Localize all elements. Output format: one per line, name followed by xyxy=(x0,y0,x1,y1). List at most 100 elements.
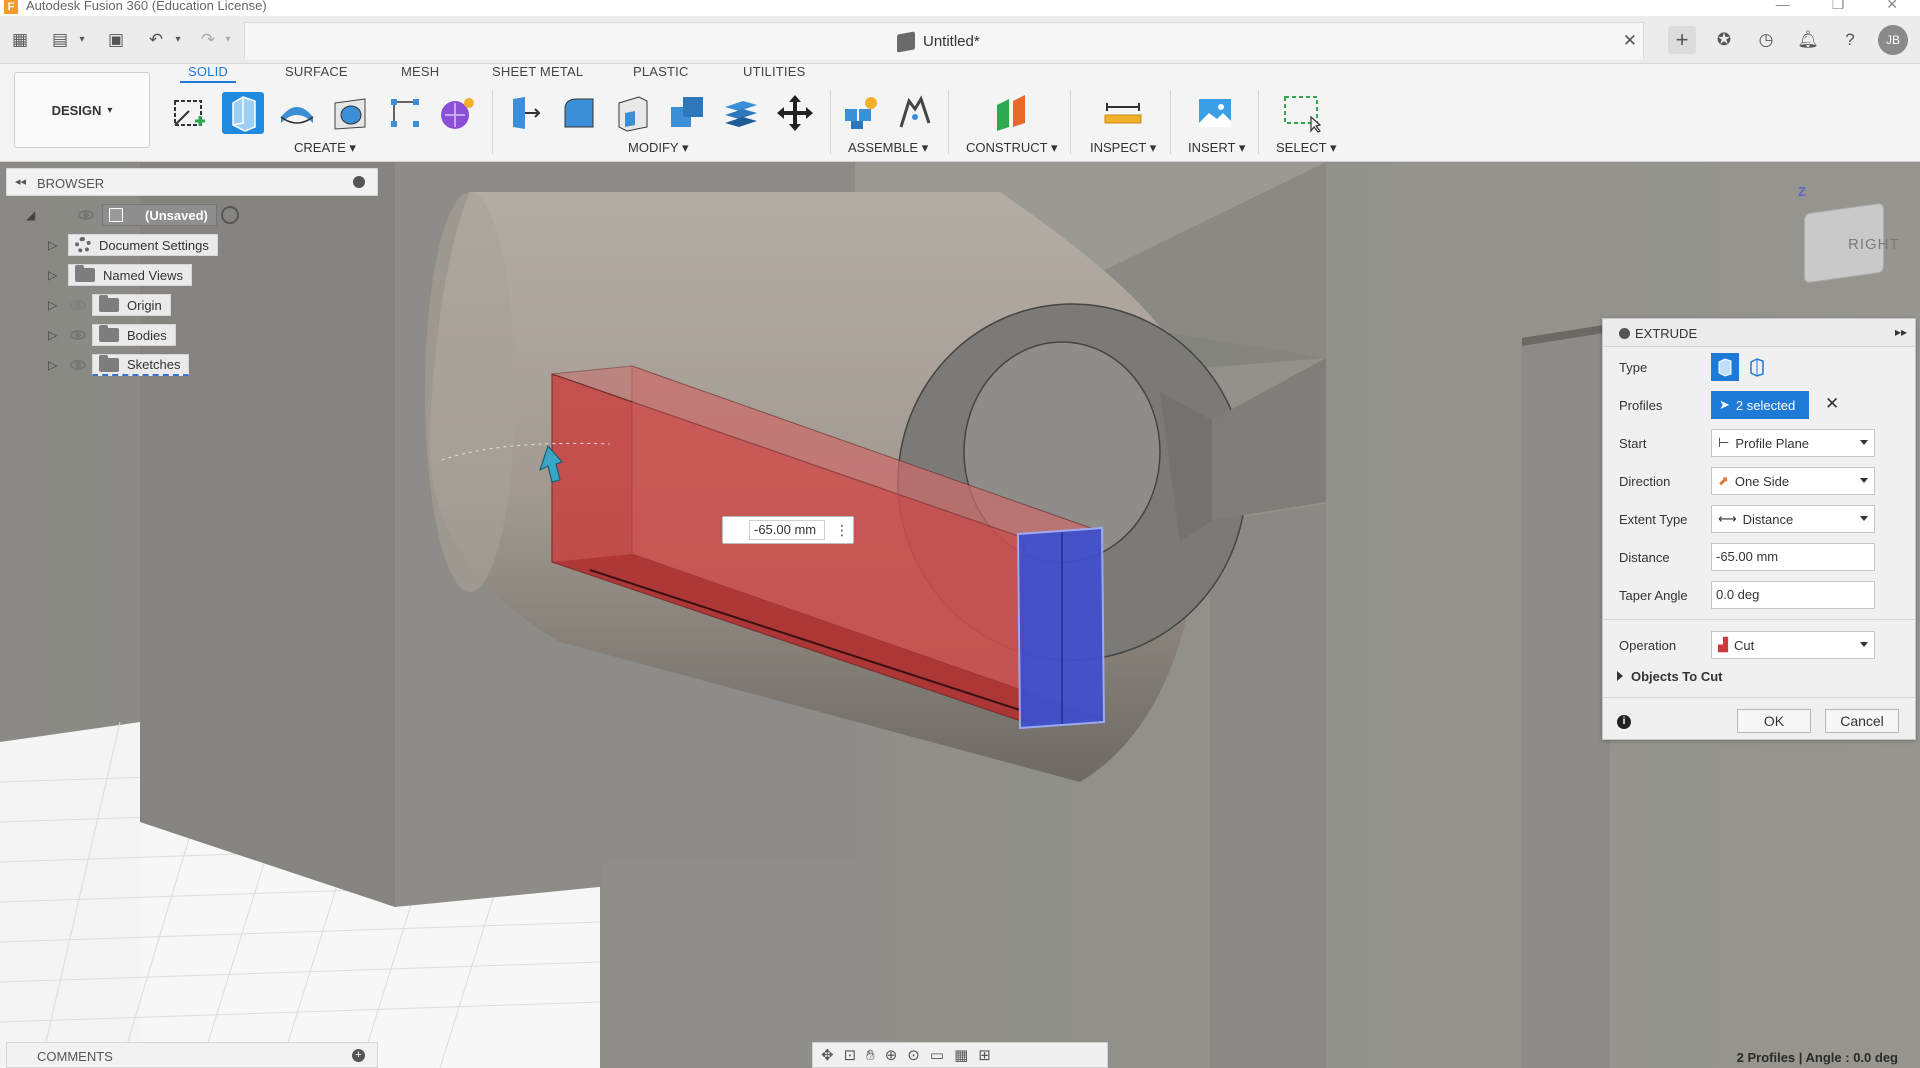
undo-caret-icon[interactable]: ▾ xyxy=(166,28,190,52)
browser-row-document-settings[interactable]: ▷ Document Settings xyxy=(48,234,218,256)
tab-solid[interactable]: SOLID xyxy=(179,64,237,83)
orbit-icon[interactable]: ✥ xyxy=(821,1046,834,1064)
tab-mesh[interactable]: MESH xyxy=(401,64,439,79)
viewports-icon[interactable]: ⊞ xyxy=(978,1046,991,1064)
type-thin-button[interactable] xyxy=(1743,353,1771,381)
browser-item-unsaved[interactable]: (Unsaved) xyxy=(102,204,217,226)
new-tab-plus-icon[interactable]: + xyxy=(1668,26,1696,54)
browser-row-bodies[interactable]: ▷ Bodies xyxy=(48,324,176,346)
document-tab[interactable]: Untitled* ✕ xyxy=(244,22,1644,60)
joint-icon[interactable] xyxy=(894,92,936,134)
browser-item-document-settings[interactable]: Document Settings xyxy=(68,234,218,256)
extrude-icon[interactable] xyxy=(222,92,264,134)
more-options-icon[interactable]: ⋮ xyxy=(835,522,849,539)
pan-hand-icon[interactable]: ✋︎ xyxy=(866,1047,875,1064)
distance-dimension-input[interactable]: -65.00 mm ⋮ xyxy=(722,516,854,544)
offset-plane-icon[interactable] xyxy=(990,92,1032,134)
close-tab-icon[interactable]: ✕ xyxy=(1623,31,1637,51)
browser-item-named-views[interactable]: Named Views xyxy=(68,264,192,286)
file-menu-caret-icon[interactable]: ▾ xyxy=(70,28,94,52)
select-window-icon[interactable] xyxy=(1282,92,1324,134)
save-icon[interactable]: ▣ xyxy=(104,28,128,52)
activate-radio-icon[interactable] xyxy=(220,206,239,224)
start-dropdown[interactable]: ⊢ Profile Plane xyxy=(1711,429,1875,457)
collapse-browser-icon[interactable]: ◂◂ xyxy=(15,175,26,188)
distance-input[interactable]: -65.00 mm xyxy=(1711,543,1875,571)
distance-dimension-value[interactable]: -65.00 mm xyxy=(749,520,825,540)
objects-to-cut-toggle[interactable]: Objects To Cut xyxy=(1617,669,1722,684)
visibility-eye-icon[interactable] xyxy=(78,210,94,220)
browser-row-sketches[interactable]: ▷ Sketches xyxy=(48,354,190,376)
collapse-dialog-icon[interactable] xyxy=(1619,328,1630,339)
modify-group-label[interactable]: MODIFY ▾ xyxy=(628,140,688,156)
taper-angle-input[interactable]: 0.0 deg xyxy=(1711,581,1875,609)
viewcube[interactable]: Z RIGHT xyxy=(1792,184,1912,294)
restore-icon[interactable]: ❐ xyxy=(1832,0,1845,12)
browser-item-origin[interactable]: Origin xyxy=(92,294,171,316)
extent-type-dropdown[interactable]: ⟷ Distance xyxy=(1711,505,1875,533)
comments-panel-header[interactable]: COMMENTS + xyxy=(6,1042,378,1068)
combine-icon[interactable] xyxy=(666,92,708,134)
grid-settings-icon[interactable]: ▦ xyxy=(954,1046,968,1064)
type-solid-button[interactable] xyxy=(1711,353,1739,381)
fillet-icon[interactable] xyxy=(558,92,600,134)
browser-root-row[interactable]: ◢ (Unsaved) xyxy=(26,204,239,226)
clear-selection-icon[interactable]: ✕ xyxy=(1825,394,1839,414)
visibility-eye-icon[interactable] xyxy=(70,360,86,370)
operation-dropdown[interactable]: ▟ Cut xyxy=(1711,631,1875,659)
add-comment-icon[interactable]: + xyxy=(352,1049,365,1062)
data-panel-grid-icon[interactable]: ▦ xyxy=(8,28,32,52)
minimize-icon[interactable]: — xyxy=(1776,0,1790,12)
expand-root-icon[interactable]: ◢ xyxy=(26,208,40,222)
browser-row-named-views[interactable]: ▷ Named Views xyxy=(48,264,192,286)
extrude-header[interactable]: EXTRUDE ▸▸ xyxy=(1603,319,1915,347)
direction-dropdown[interactable]: ⬈ One Side xyxy=(1711,467,1875,495)
revolve-icon[interactable] xyxy=(276,92,318,134)
assemble-group-label[interactable]: ASSEMBLE ▾ xyxy=(848,140,928,156)
notifications-bell-icon[interactable]: 🔔︎ xyxy=(1794,26,1822,54)
tab-sheet-metal[interactable]: SHEET METAL xyxy=(492,64,583,79)
create-group-label[interactable]: CREATE ▾ xyxy=(294,140,356,156)
user-avatar[interactable]: JB xyxy=(1878,25,1908,55)
browser-row-origin[interactable]: ▷ Origin xyxy=(48,294,171,316)
new-component-icon[interactable] xyxy=(840,92,882,134)
tab-utilities[interactable]: UTILITIES xyxy=(743,64,805,79)
hole-icon[interactable] xyxy=(330,92,372,134)
expand-arrow-icon[interactable]: ▷ xyxy=(48,328,62,342)
select-group-label[interactable]: SELECT ▾ xyxy=(1276,140,1336,156)
fit-zoom-icon[interactable]: ⊙ xyxy=(907,1046,920,1064)
display-settings-icon[interactable]: ▭ xyxy=(930,1046,944,1064)
pattern-icon[interactable] xyxy=(384,92,426,134)
measure-icon[interactable] xyxy=(1102,92,1144,134)
workspace-design-button[interactable]: DESIGN ▾ xyxy=(14,72,150,148)
browser-item-bodies[interactable]: Bodies xyxy=(92,324,176,346)
expand-arrow-icon[interactable]: ▷ xyxy=(48,238,62,252)
tab-surface[interactable]: SURFACE xyxy=(285,64,348,79)
visibility-eye-off-icon[interactable] xyxy=(70,300,86,310)
inspect-group-label[interactable]: INSPECT ▾ xyxy=(1090,140,1156,156)
extensions-icon[interactable]: ✪ xyxy=(1710,26,1738,54)
expand-dialog-icon[interactable]: ▸▸ xyxy=(1895,325,1907,339)
insert-image-icon[interactable] xyxy=(1194,92,1236,134)
file-menu-icon[interactable]: ▤ xyxy=(48,28,72,52)
help-icon[interactable]: ? xyxy=(1836,26,1864,54)
expand-arrow-icon[interactable]: ▷ xyxy=(48,298,62,312)
expand-arrow-icon[interactable]: ▷ xyxy=(48,268,62,282)
insert-group-label[interactable]: INSERT ▾ xyxy=(1188,140,1245,156)
tab-plastic[interactable]: PLASTIC xyxy=(633,64,689,79)
construct-group-label[interactable]: CONSTRUCT ▾ xyxy=(966,140,1058,156)
visibility-eye-icon[interactable] xyxy=(70,330,86,340)
create-sketch-icon[interactable] xyxy=(168,92,210,134)
ok-button[interactable]: OK xyxy=(1737,709,1811,733)
cancel-button[interactable]: Cancel xyxy=(1825,709,1899,733)
undo-icon[interactable]: ↶ xyxy=(144,28,168,52)
info-icon[interactable]: i xyxy=(1617,715,1631,729)
browser-panel-header[interactable]: ◂◂ BROWSER xyxy=(6,168,378,196)
look-at-icon[interactable]: ⊡ xyxy=(844,1046,857,1064)
job-status-clock-icon[interactable]: ◷ xyxy=(1752,26,1780,54)
browser-item-sketches[interactable]: Sketches xyxy=(92,354,190,376)
shell-icon[interactable] xyxy=(612,92,654,134)
move-copy-icon[interactable] xyxy=(774,92,816,134)
profiles-selection-button[interactable]: ➤ 2 selected xyxy=(1711,391,1809,419)
offset-face-icon[interactable] xyxy=(720,92,762,134)
